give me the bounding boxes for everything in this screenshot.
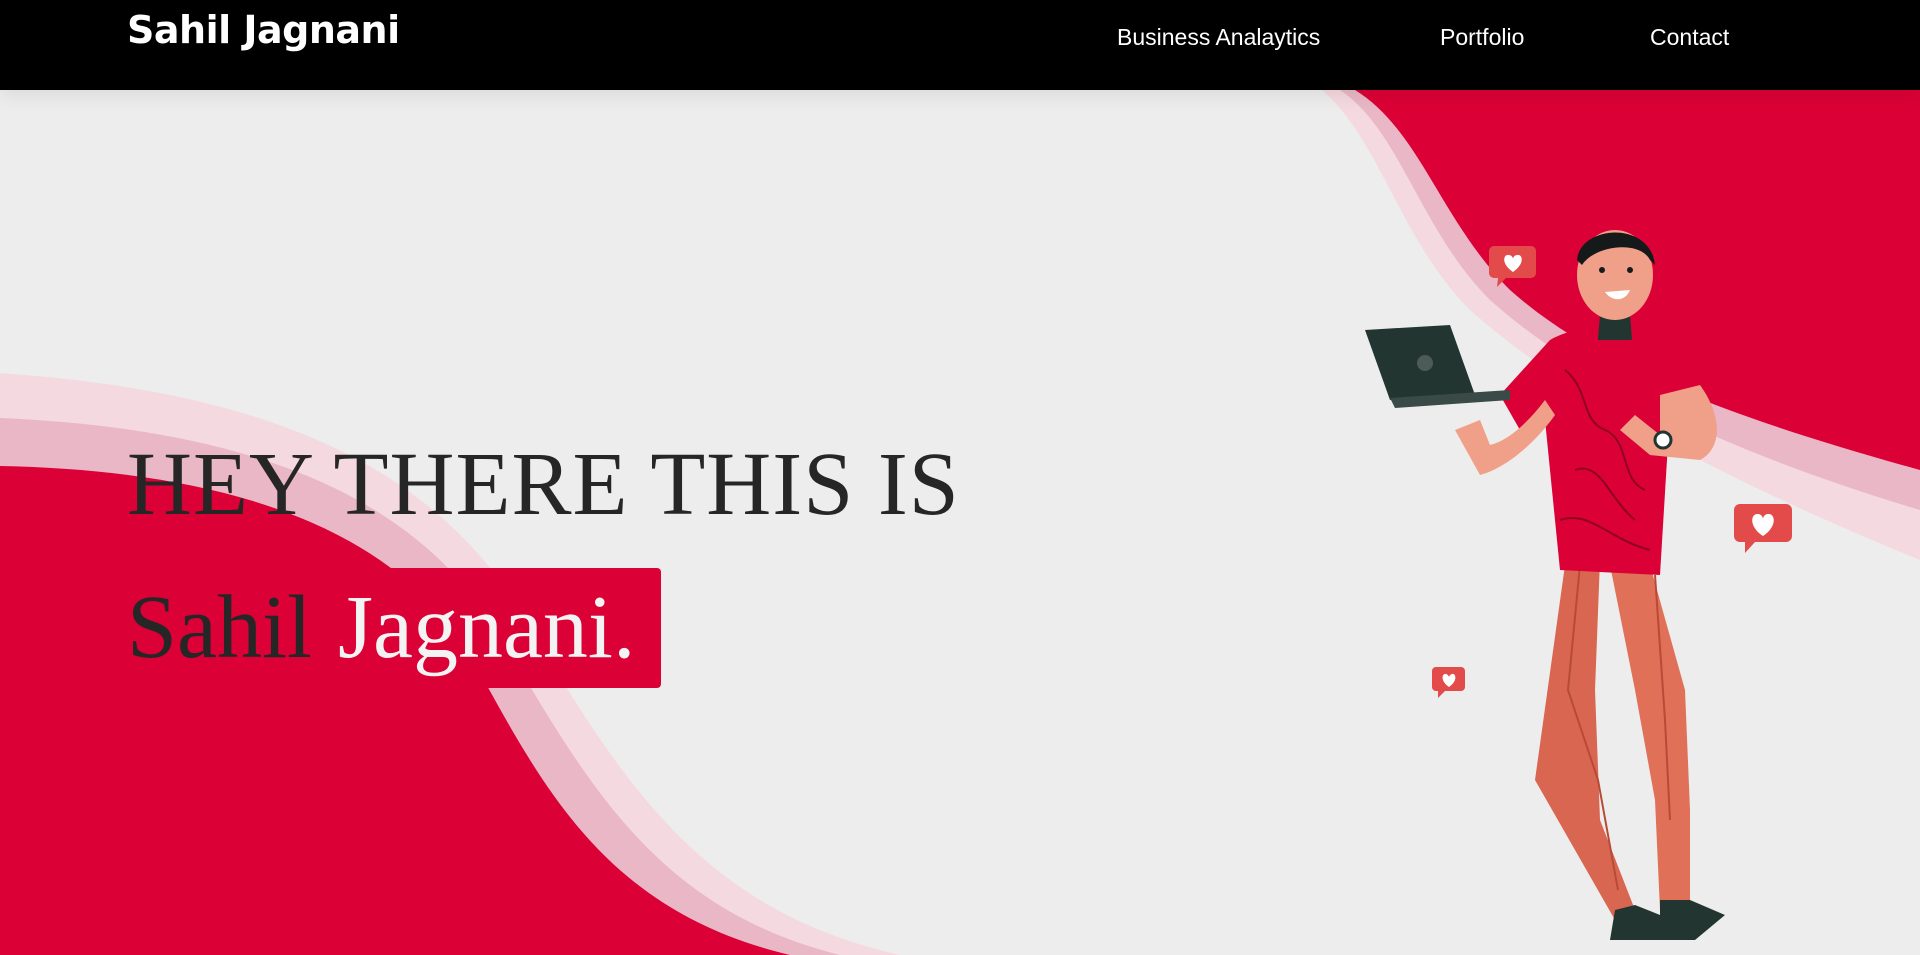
hero-greeting: HEY THERE THIS IS <box>127 435 960 534</box>
nav-link-portfolio[interactable]: Portfolio <box>1440 24 1524 51</box>
hero-name-highlight: Jagnani. <box>314 568 662 688</box>
nav-link-contact[interactable]: Contact <box>1650 24 1729 51</box>
hero-name-first: Sahil <box>127 578 313 677</box>
laptop-icon <box>1365 325 1510 408</box>
hero-section: HEY THERE THIS IS Sahil Jagnani. <box>0 90 1920 955</box>
person-with-laptop-illustration <box>1365 230 1725 940</box>
shoe <box>1660 900 1725 940</box>
hero-name: Sahil Jagnani. <box>127 568 662 688</box>
top-navbar: Sahil Jagnani Business Analaytics Portfo… <box>0 0 1920 90</box>
nav-links: Business Analaytics Portfolio Contact <box>0 24 1920 64</box>
shoe <box>1610 905 1660 940</box>
watch-icon <box>1653 430 1673 450</box>
nav-link-business-analytics[interactable]: Business Analaytics <box>1117 24 1320 51</box>
